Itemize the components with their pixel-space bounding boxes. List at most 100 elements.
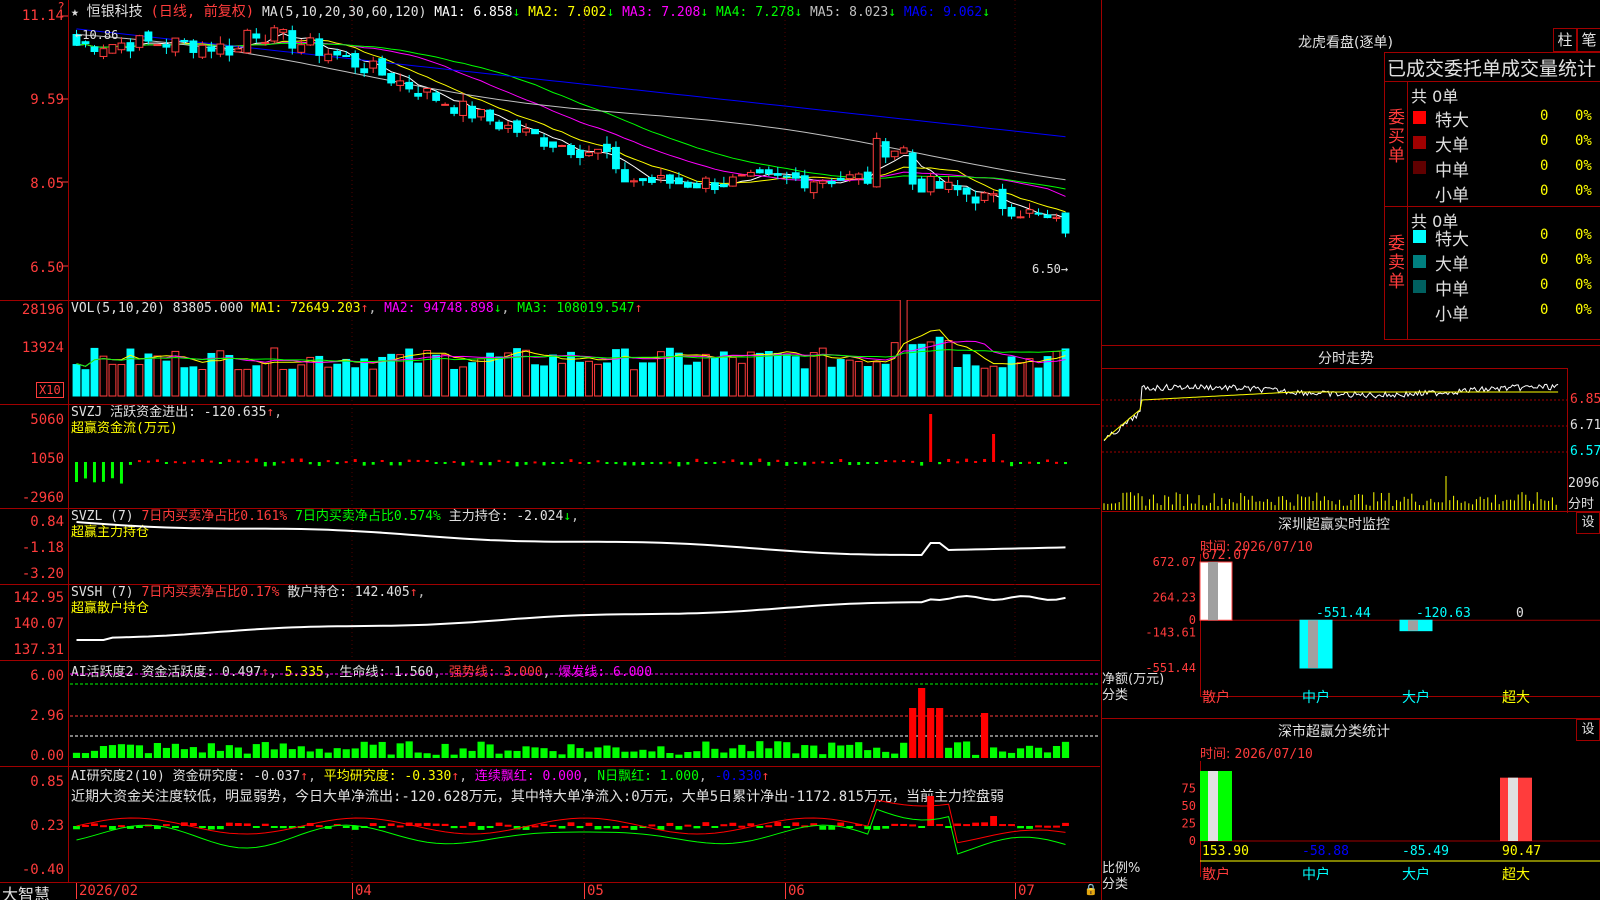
stat-row-value: 0 [1540, 252, 1549, 268]
activity-bar [864, 750, 872, 758]
cls-value-label: 90.47 [1502, 844, 1541, 859]
candle-body [423, 87, 432, 93]
ma-line [76, 41, 1066, 197]
candle-body [450, 107, 459, 114]
vol-panel[interactable]: 28196 13924 X10 VOL(5,10,20) 83805.000 M… [0, 300, 1100, 405]
vol-bar [755, 352, 764, 397]
activity-bar [153, 743, 162, 758]
svzj-panel[interactable]: 5060 1050 -2960 SVZJ 活跃资金进出: -120.635↑, … [0, 404, 1100, 509]
activity-bar [738, 744, 746, 758]
research-bar [999, 824, 1006, 827]
flow-bar [83, 462, 87, 479]
vol-bar [773, 352, 782, 397]
vol-bar [504, 352, 512, 397]
vol-bar [72, 364, 81, 397]
activity-bar [504, 750, 512, 758]
flow-bar [992, 434, 996, 462]
candle-body [198, 44, 207, 58]
cls-value-label: 153.90 [1202, 844, 1249, 859]
stat-row-pct: 0% [1575, 252, 1592, 268]
activity-bar [126, 744, 135, 758]
candle-body [630, 180, 638, 183]
vol-bar [585, 360, 593, 397]
candle-body [369, 60, 378, 69]
fs-price-line [1103, 383, 1559, 442]
ma-line [76, 39, 1066, 213]
stat-row-pct: 0% [1575, 302, 1592, 318]
flow-bar [1019, 462, 1023, 464]
research-bar [252, 826, 260, 828]
research-bar [82, 824, 89, 827]
ai-research-panel[interactable]: 0.85 0.23 -0.40 AI研究度2(10) 资金研究度: -0.037… [0, 766, 1100, 883]
svsh-panel[interactable]: 142.95 140.07 137.31 SVSH (7) 7日内买卖净占比0.… [0, 584, 1100, 661]
activity-bar [684, 752, 692, 758]
flow-bar [1064, 462, 1068, 465]
vol-bar [863, 366, 872, 397]
research-bar [234, 823, 242, 826]
vol-bar [81, 369, 90, 397]
vol-bar [1043, 356, 1052, 397]
vol-bar [324, 366, 333, 397]
fs-panel[interactable]: 分时走势 6.85 6.71 6.57 2096 分时 [1102, 345, 1600, 513]
cls-category-label: 散户 [1202, 866, 1230, 883]
candle-body [719, 183, 728, 188]
activity-bar [99, 746, 108, 758]
vol-chart [72, 300, 1070, 404]
research-bar [630, 826, 638, 830]
flow-bar [551, 462, 555, 464]
vol-bar [648, 362, 656, 397]
flow-bar [1046, 459, 1050, 462]
svsh-chart [76, 584, 1066, 660]
sz-unit2: 分类 [1102, 688, 1129, 703]
candle-body [971, 196, 980, 204]
research-bar [819, 826, 827, 830]
vol-bar [836, 359, 845, 397]
research-bar [351, 826, 359, 830]
activity-bar [414, 752, 422, 758]
vol-bar [1034, 367, 1043, 397]
vol-bar [872, 361, 881, 397]
ai1-chart [70, 673, 1100, 758]
research-bar [1062, 822, 1069, 826]
vol-bar [540, 365, 548, 397]
activity-bar [989, 747, 998, 758]
candle-body [890, 150, 899, 158]
flow-bar [920, 462, 924, 466]
research-bar [594, 826, 602, 830]
fs-chart [1102, 383, 1567, 510]
candle-body [288, 30, 297, 49]
sz-monitor-panel[interactable]: 深圳超赢实时监控 设 时间: 2026/07/10 672.07 264.23 0-… [1102, 511, 1600, 719]
activity-bar [540, 748, 548, 758]
research-bar [342, 826, 350, 828]
vol-bar [926, 341, 935, 397]
date-label: 07 [1015, 883, 1035, 899]
lock-icon[interactable]: 🔒 [1084, 883, 1098, 896]
activity-bar [594, 747, 602, 758]
sz-category-label: 大户 [1402, 689, 1430, 706]
stat-row-label: 特大 [1435, 111, 1469, 131]
activity-bar [522, 746, 530, 758]
cls-stat-panel[interactable]: 深市超赢分类统计 设 时间: 2026/07/10 75 50 25 0 153.90-… [1102, 718, 1600, 900]
svzl-panel[interactable]: 0.84 -1.18 -3.20 SVZL (7) 7日内买卖净占比0.161%… [0, 508, 1100, 585]
bar-mode-button[interactable]: 柱 [1553, 28, 1577, 52]
vol-bar [728, 357, 737, 397]
sz-bar-shade [1408, 620, 1418, 631]
tick-mode-button[interactable]: 笔 [1577, 28, 1600, 52]
cls-category-label: 超大 [1502, 867, 1530, 883]
price-panel[interactable]: 11.14 9.59 8.05 6.50 ? ★ 恒银科技 (日线, 前复权) … [0, 0, 1100, 301]
candle-body [683, 181, 692, 188]
vol-bar [800, 368, 809, 397]
sz-axis-tick: -143.61 [1145, 626, 1196, 640]
research-bar [477, 826, 485, 830]
ai-activity-panel[interactable]: 6.00 2.96 0.00 AI活跃度2 资金活跃度: 0.497↑, 5.3… [0, 660, 1100, 767]
activity-bar [729, 748, 737, 758]
candle-body [935, 181, 944, 189]
research-bar [747, 823, 755, 826]
activity-bar [585, 751, 593, 758]
candle-body [153, 44, 162, 47]
research-bar [981, 822, 989, 826]
candle-body [441, 103, 450, 106]
candle-body [899, 147, 908, 154]
stat-row-label: 小单 [1435, 186, 1469, 206]
research-bar [1053, 825, 1060, 828]
